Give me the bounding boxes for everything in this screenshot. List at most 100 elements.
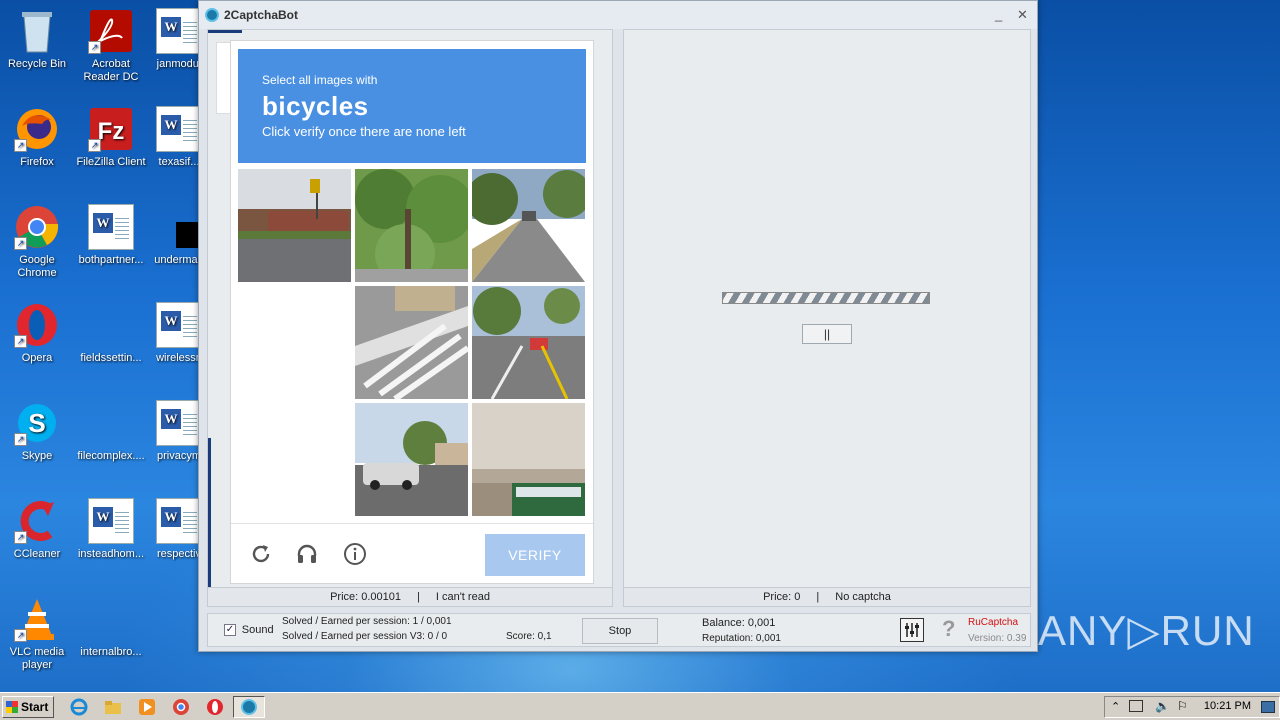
desktop-icon-insteadhom[interactable]: W insteadhom... [74, 498, 148, 561]
captcha-target: bicycles [262, 91, 369, 121]
skype-icon: S ↗ [14, 400, 60, 446]
captcha-pane: Select all images with bicycles Click ve… [207, 29, 613, 607]
pause-button[interactable]: || [802, 324, 852, 344]
status-separator: | [417, 591, 420, 603]
black-file-icon [156, 204, 216, 250]
ie-icon[interactable] [70, 698, 88, 716]
minimize-button[interactable]: _ [995, 7, 1002, 22]
captcha-tile[interactable] [472, 169, 585, 282]
captchabot-icon [241, 699, 257, 715]
desktop-icon-recycle-bin[interactable]: Recycle Bin [0, 8, 74, 71]
pane-progress-indicator [208, 30, 242, 33]
balance-value: Balance: 0,001 [702, 617, 776, 629]
flag-icon[interactable]: ⚐ [1177, 699, 1188, 713]
right-price: Price: 0 [763, 591, 801, 603]
filezilla-icon: Fz ↗ [88, 106, 134, 152]
bottom-bar: ✓ Sound Solved / Earned per session: 1 /… [207, 613, 1031, 647]
side-indicator [208, 438, 211, 588]
captcha-tile-empty[interactable] [238, 286, 351, 399]
captcha-widget: Select all images with bicycles Click ve… [230, 40, 594, 584]
stop-button[interactable]: Stop [582, 618, 658, 644]
settings-button[interactable] [900, 618, 924, 642]
shortcut-arrow-icon: ↗ [88, 41, 101, 54]
network-icon[interactable] [1129, 700, 1143, 712]
chrome-taskbar-icon[interactable] [172, 698, 190, 716]
captcha-tile[interactable] [472, 286, 585, 399]
right-status-bar: Price: 0 | No captcha [623, 587, 1031, 607]
desktop-icon-filecomplex[interactable]: filecomplex.... [74, 400, 148, 463]
captcha-tile[interactable] [355, 169, 468, 282]
shortcut-arrow-icon: ↗ [88, 139, 101, 152]
word-document-icon: W [88, 498, 134, 544]
loading-bar [722, 292, 930, 304]
opera-icon: ↗ [14, 302, 60, 348]
desktop-icon-bothpartner[interactable]: W bothpartner... [74, 204, 148, 267]
desktop-icon-label: fieldssettin... [80, 352, 142, 364]
media-player-icon[interactable] [138, 698, 156, 716]
desktop-icon-label: Recycle Bin [7, 58, 67, 70]
opera-taskbar-icon[interactable] [206, 698, 224, 716]
desktop-icon-label: filecomplex.... [77, 450, 145, 462]
word-document-icon: W [156, 106, 202, 152]
desktop-icon-ccleaner[interactable]: ↗ CCleaner [0, 498, 74, 561]
word-document-icon: W [156, 498, 202, 544]
captcha-tile[interactable] [355, 286, 468, 399]
sound-checkbox[interactable]: ✓ [224, 624, 236, 637]
shortcut-arrow-icon: ↗ [14, 433, 27, 446]
brand-link[interactable]: RuCaptcha [968, 617, 1018, 628]
left-status-bar: Price: 0.00101 | I can't read [207, 587, 613, 607]
version-label: Version: 0.39 [968, 633, 1027, 644]
word-document-icon: W [156, 400, 202, 446]
blank-file-icon [88, 596, 134, 642]
reputation-value: Reputation: 0,001 [702, 633, 781, 644]
close-button[interactable]: ✕ [1017, 7, 1028, 23]
sliders-icon [905, 623, 919, 637]
desktop-icon-skype[interactable]: S ↗ Skype [0, 400, 74, 463]
cant-read-link[interactable]: I can't read [436, 591, 490, 603]
folder-icon[interactable] [104, 698, 122, 716]
desktop-icon-filezilla[interactable]: Fz ↗ FileZilla Client [74, 106, 148, 169]
blank-file-icon [88, 400, 134, 446]
start-label: Start [21, 700, 49, 714]
reload-icon[interactable] [249, 542, 273, 566]
captcha-tile[interactable] [472, 403, 585, 516]
audio-icon[interactable] [295, 542, 319, 566]
info-icon[interactable] [343, 542, 367, 566]
sound-toggle[interactable]: ✓ Sound [224, 624, 274, 637]
result-pane: || [623, 29, 1031, 607]
volume-icon[interactable]: 🔈 [1155, 699, 1170, 713]
desktop-icon-vlc[interactable]: ↗ VLC media player [0, 596, 74, 672]
captcha-instruction: Select all images with [262, 73, 378, 87]
desktop-icon-label: Firefox [20, 156, 54, 168]
desktop-icon-fieldssettin[interactable]: fieldssettin... [74, 302, 148, 365]
desktop-icon-acrobat[interactable]: ↗ Acrobat Reader DC [74, 8, 148, 84]
title-bar[interactable]: 2CaptchaBot _ ✕ [199, 1, 1037, 29]
verify-button[interactable]: VERIFY [485, 534, 585, 576]
tray-expand-icon[interactable]: ⌃ [1111, 700, 1120, 713]
taskbar-item-2captchabot[interactable] [233, 696, 265, 718]
ccleaner-icon: ↗ [14, 498, 60, 544]
shortcut-arrow-icon: ↗ [14, 139, 27, 152]
app-window: 2CaptchaBot _ ✕ Select all images with b… [198, 0, 1038, 652]
clock[interactable]: 10:21 PM [1204, 700, 1251, 712]
desktop-icon-firefox[interactable]: ↗ Firefox [0, 106, 74, 169]
captcha-tile-empty[interactable] [238, 403, 351, 516]
acrobat-icon: ↗ [88, 8, 134, 54]
desktop-icon-internalbro[interactable]: internalbro... [74, 596, 148, 659]
captcha-tile[interactable] [238, 169, 351, 282]
app-icon [205, 8, 219, 22]
start-button[interactable]: Start [2, 696, 54, 718]
help-icon[interactable]: ? [942, 616, 955, 642]
desktop-icon-opera[interactable]: ↗ Opera [0, 302, 74, 365]
captcha-state: No captcha [835, 591, 891, 603]
desktop-icon-google-chrome[interactable]: ↗ Google Chrome [0, 204, 74, 280]
desktop-icon-label: FileZilla Client [76, 156, 146, 168]
show-desktop-icon[interactable] [1261, 701, 1275, 713]
shortcut-arrow-icon: ↗ [14, 237, 27, 250]
desktop-icon-label: bothpartner... [78, 254, 144, 266]
captcha-tile[interactable] [355, 403, 468, 516]
captcha-footer: VERIFY [231, 523, 593, 583]
desktop-icon-label: CCleaner [13, 548, 61, 560]
session-stats-v3: Solved / Earned per session V3: 0 / 0 [282, 631, 448, 642]
svg-text:S: S [28, 408, 45, 438]
